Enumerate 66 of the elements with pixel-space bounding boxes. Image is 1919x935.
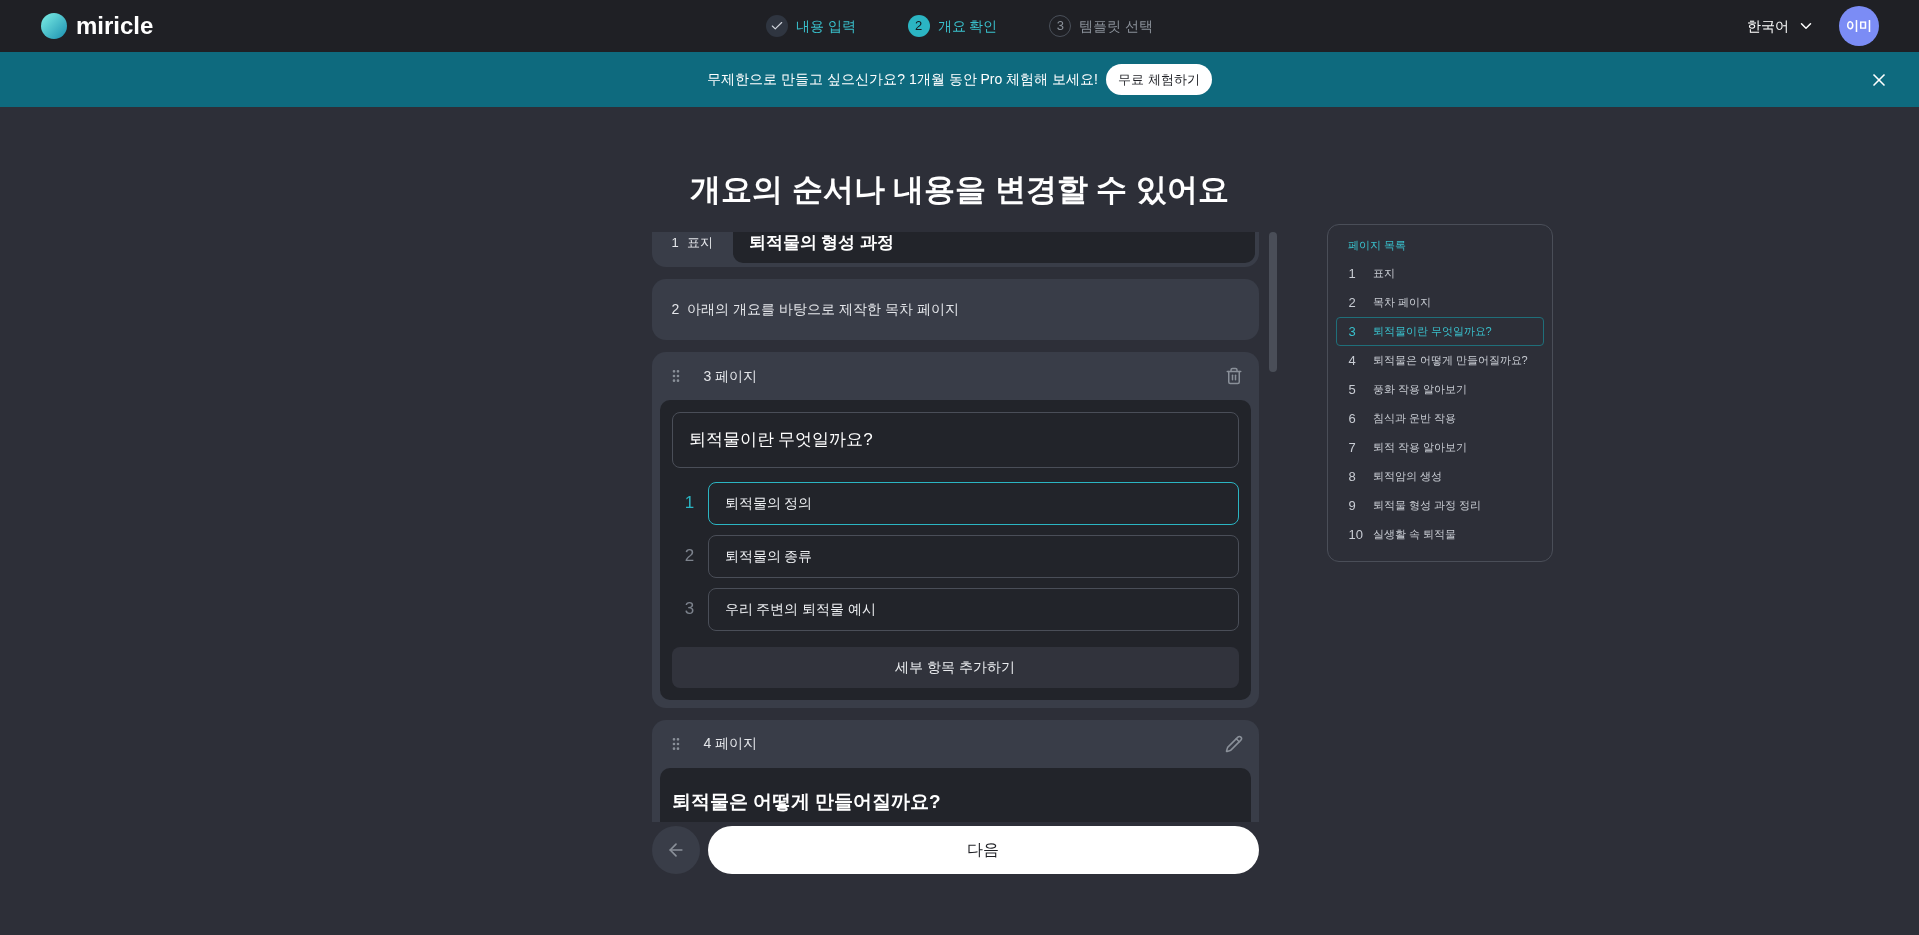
add-subitem-button[interactable]: 세부 항목 추가하기 xyxy=(671,646,1239,688)
page-list-number: 10 xyxy=(1348,525,1364,544)
page-list-label: 퇴적암의 생성 xyxy=(1372,469,1442,485)
page-list-number: 9 xyxy=(1348,496,1357,515)
page-list-label: 침식과 운반 작용 xyxy=(1372,411,1456,427)
page-label: 표지 xyxy=(686,233,713,252)
page-list-item[interactable]: 5 풍화 작용 알아보기 xyxy=(1335,375,1544,404)
page-list-item[interactable]: 7 퇴적 작용 알아보기 xyxy=(1335,433,1544,462)
page-list-label: 풍화 작용 알아보기 xyxy=(1372,382,1467,398)
cover-page-card[interactable]: 1 표지 퇴적물의 형성 과정 xyxy=(651,231,1259,267)
logo-icon xyxy=(40,12,68,40)
subitem-field[interactable]: 퇴적물의 종류 xyxy=(707,534,1239,578)
page-list-number: 4 xyxy=(1348,351,1357,370)
subitem-field[interactable]: 우리 주변의 퇴적물 예시 xyxy=(707,587,1239,631)
step-label: 개요 확인 xyxy=(937,16,998,36)
page-list-label: 목차 페이지 xyxy=(1372,295,1431,311)
page-list-label: 퇴적물 형성 과정 정리 xyxy=(1372,498,1481,514)
page-number: 1 xyxy=(671,233,679,252)
trash-icon[interactable] xyxy=(1224,367,1243,385)
page-list-item[interactable]: 2 목차 페이지 xyxy=(1335,288,1544,317)
page-list-item[interactable]: 8 퇴적암의 생성 xyxy=(1335,462,1544,491)
page-list-number: 5 xyxy=(1348,380,1357,399)
toc-page-card[interactable]: 2 아래의 개요를 바탕으로 제작한 목차 페이지 xyxy=(651,279,1259,340)
page-list-item[interactable]: 3 퇴적물이란 무엇일까요? xyxy=(1335,317,1544,346)
page-list-label: 실생활 속 퇴적물 xyxy=(1372,527,1456,543)
page-list-number: 1 xyxy=(1348,264,1357,283)
subitem-field[interactable]: 퇴적물의 정의 xyxy=(707,481,1239,525)
item-number: 1 xyxy=(683,492,696,515)
page-label: 아래의 개요를 바탕으로 제작한 목차 페이지 xyxy=(687,300,959,319)
language-selector[interactable]: 한국어 xyxy=(1747,15,1815,37)
page-list-number: 7 xyxy=(1348,438,1357,457)
cover-title-field[interactable]: 퇴적물의 형성 과정 xyxy=(732,231,1255,263)
item-number: 3 xyxy=(683,598,696,621)
page-list-item[interactable]: 9 퇴적물 형성 과정 정리 xyxy=(1335,491,1544,520)
page-list-label: 퇴적물은 어떻게 만들어질까요? xyxy=(1372,353,1528,369)
page-list-number: 3 xyxy=(1348,322,1357,341)
page-list-item[interactable]: 10 실생활 속 퇴적물 xyxy=(1335,520,1544,549)
page-list-label: 표지 xyxy=(1372,266,1395,282)
logo-text: miricle xyxy=(76,11,154,41)
page-list-label: 퇴적물이란 무엇일까요? xyxy=(1372,324,1492,340)
page-title: 개요의 순서나 내용을 변경할 수 있어요 xyxy=(688,171,1231,209)
page-list-number: 6 xyxy=(1348,409,1357,428)
page-list-item[interactable]: 4 퇴적물은 어떻게 만들어질까요? xyxy=(1335,346,1544,375)
page-list-item[interactable]: 6 침식과 운반 작용 xyxy=(1335,404,1544,433)
item-number: 2 xyxy=(683,545,696,568)
back-button[interactable] xyxy=(651,825,700,874)
step-label: 템플릿 선택 xyxy=(1079,16,1154,36)
page-list-label: 퇴적 작용 알아보기 xyxy=(1372,440,1467,456)
scrollbar[interactable] xyxy=(1268,231,1277,372)
step-number: 2 xyxy=(914,17,923,36)
banner-text: 무제한으로 만들고 싶으신가요? 1개월 동안 Pro 체험해 보세요! xyxy=(707,70,1098,89)
page-number: 2 xyxy=(671,300,680,319)
page-list-title: 페이지 목록 xyxy=(1346,237,1407,253)
page-list-number: 2 xyxy=(1348,293,1357,312)
page-heading: 4 페이지 xyxy=(703,734,758,753)
step-number: 3 xyxy=(1056,17,1065,36)
check-icon xyxy=(769,19,784,33)
pencil-icon[interactable] xyxy=(1224,734,1243,753)
next-button[interactable]: 다음 xyxy=(707,825,1259,874)
step-label: 내용 입력 xyxy=(795,16,856,36)
page-title-field[interactable]: 퇴적물이란 무엇일까요? xyxy=(671,412,1239,468)
page-list-number: 8 xyxy=(1348,467,1357,486)
free-trial-button[interactable]: 무료 체험하기 xyxy=(1105,63,1212,96)
page-list-item[interactable]: 1 표지 xyxy=(1335,259,1544,288)
page-title: 퇴적물은 어떻게 만들어질까요? xyxy=(671,789,942,814)
page-heading: 3 페이지 xyxy=(703,366,758,386)
